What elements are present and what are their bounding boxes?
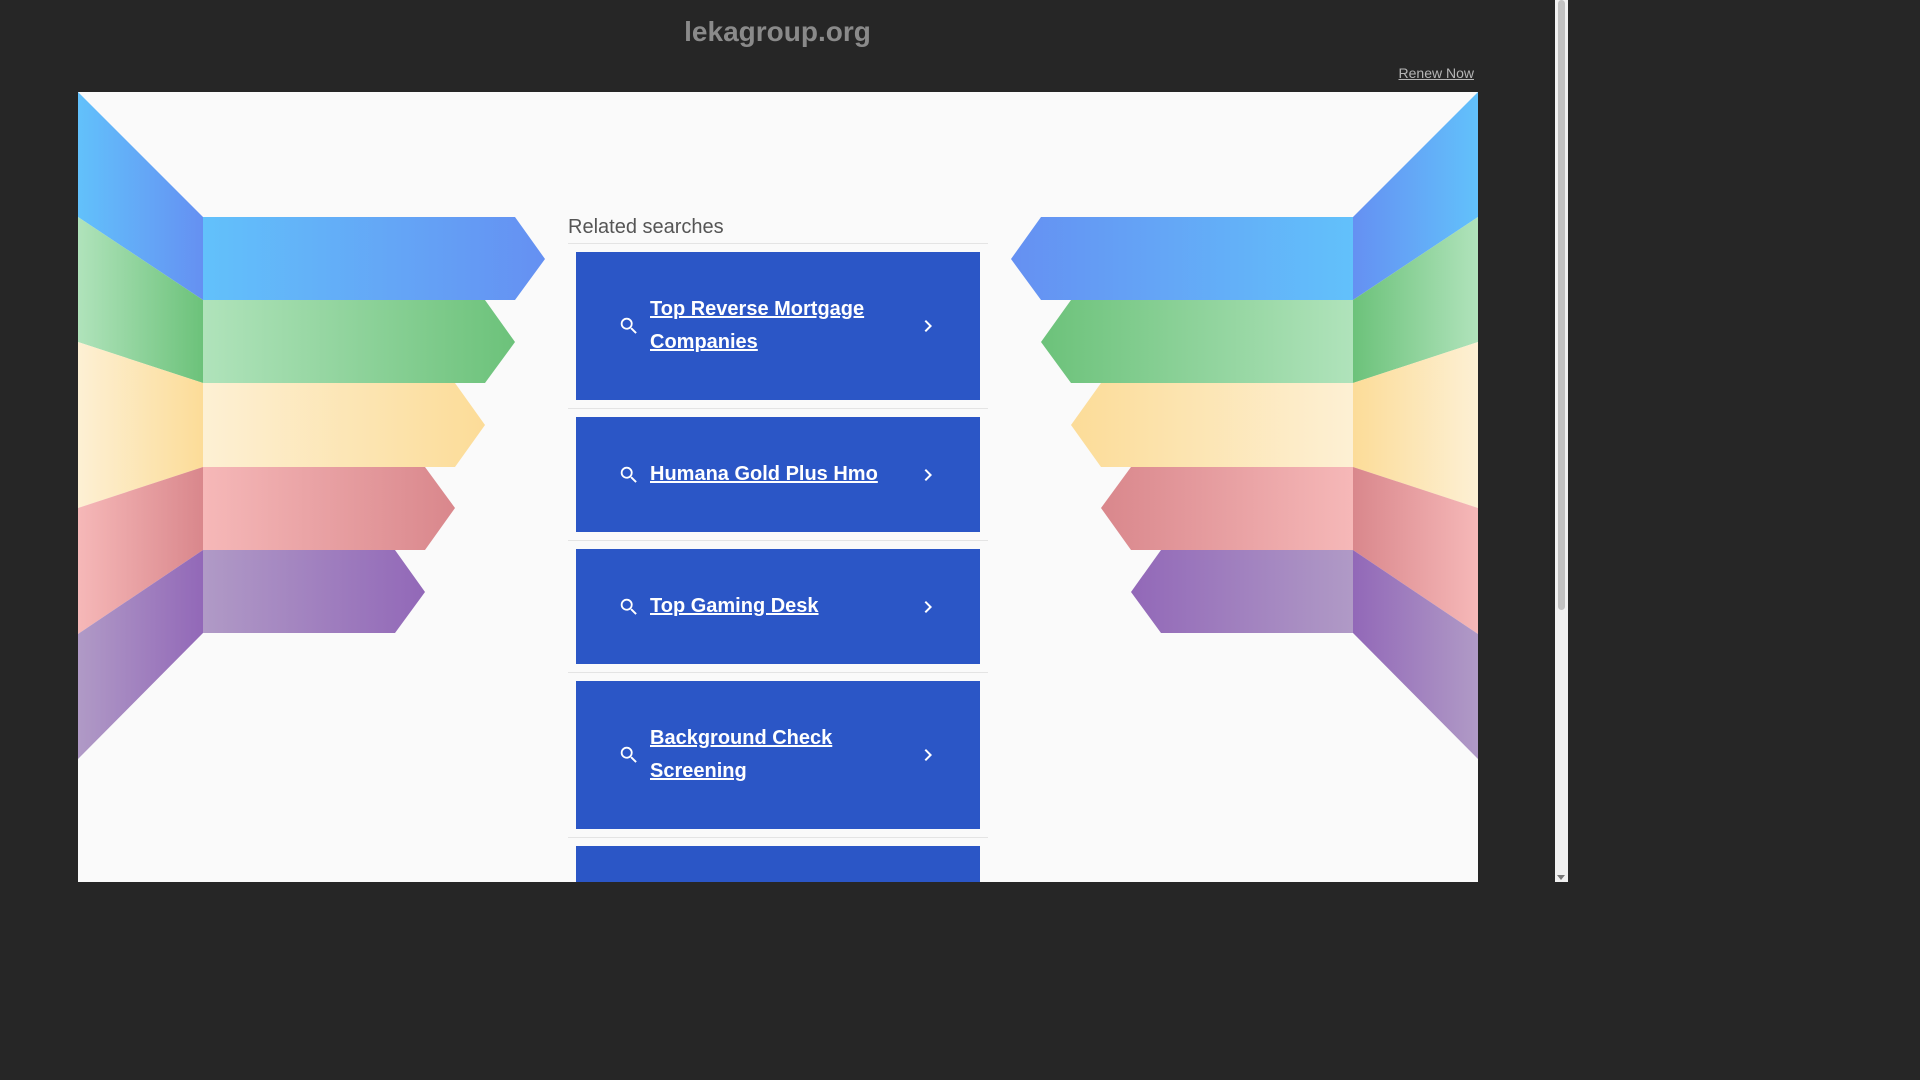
list-item xyxy=(568,838,988,882)
vertical-scrollbar[interactable] xyxy=(1555,0,1568,882)
renew-now-link[interactable]: Renew Now xyxy=(1399,65,1474,81)
domain-title: lekagroup.org xyxy=(684,16,871,47)
chevron-right-icon xyxy=(924,749,932,761)
scroll-down-arrow-icon[interactable] xyxy=(1557,875,1565,880)
search-result-label[interactable]: Background Check Screening xyxy=(650,722,916,788)
left-arrow-blue xyxy=(203,217,545,300)
left-arrow-green xyxy=(203,300,515,383)
search-result-label[interactable]: Humana Gold Plus Hmo xyxy=(650,458,916,491)
right-arrow-purple xyxy=(1131,550,1353,633)
list-item: Top Gaming Desk xyxy=(568,541,988,673)
search-result-card[interactable]: Top Gaming Desk xyxy=(576,549,980,664)
right-arrow-red xyxy=(1101,467,1353,550)
related-searches-title: Related searches xyxy=(568,213,988,244)
chevron-right-icon xyxy=(924,468,932,481)
list-item: Humana Gold Plus Hmo xyxy=(568,409,988,541)
left-arrow-purple xyxy=(203,550,425,633)
search-result-card[interactable]: Humana Gold Plus Hmo xyxy=(576,417,980,532)
search-icon xyxy=(620,598,637,615)
right-arrow-yellow xyxy=(1071,383,1353,467)
right-arrow-blue xyxy=(1011,217,1353,300)
search-result-label[interactable]: Top Gaming Desk xyxy=(650,590,916,623)
right-arrow-green xyxy=(1041,300,1353,383)
search-icon xyxy=(620,466,637,483)
related-searches: Related searches Top Reverse Mortgage Co… xyxy=(568,213,988,882)
left-arrow-yellow xyxy=(203,383,485,467)
search-icon xyxy=(620,317,637,334)
chevron-right-icon xyxy=(924,320,932,332)
chevron-right-icon xyxy=(924,600,932,613)
search-result-card[interactable] xyxy=(576,846,980,882)
search-result-card[interactable]: Background Check Screening xyxy=(576,681,980,829)
search-result-card[interactable]: Top Reverse Mortgage Companies xyxy=(576,252,980,400)
search-icon xyxy=(620,746,637,763)
scrollbar-thumb[interactable] xyxy=(1558,0,1565,610)
parked-content: Related searches Top Reverse Mortgage Co… xyxy=(78,92,1478,882)
page: lekagroup.org Renew Now Related searches… xyxy=(0,0,1568,882)
left-arrow-red xyxy=(203,467,455,550)
search-result-label[interactable]: Top Reverse Mortgage Companies xyxy=(650,293,916,359)
list-item: Top Reverse Mortgage Companies xyxy=(568,244,988,409)
list-item: Background Check Screening xyxy=(568,673,988,838)
